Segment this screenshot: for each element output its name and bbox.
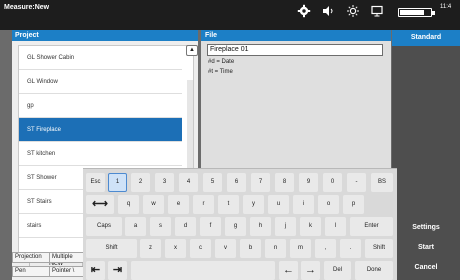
screen-icon[interactable]: [370, 4, 384, 18]
file-panel-title: File: [201, 30, 391, 41]
key-y[interactable]: y: [243, 195, 264, 214]
cancel-button[interactable]: Cancel: [392, 258, 460, 278]
key-b[interactable]: b: [240, 239, 261, 258]
key-u[interactable]: u: [268, 195, 289, 214]
onscreen-keyboard: Esc 1 2 3 4 5 6 7 8 9 0 - BS ⟷ q w e r t…: [83, 168, 397, 280]
key-tab[interactable]: ⟷: [86, 195, 114, 214]
key-space[interactable]: [131, 261, 275, 280]
key-done[interactable]: Done: [355, 261, 393, 280]
key-a[interactable]: a: [125, 217, 146, 236]
key-caps[interactable]: Caps: [86, 217, 122, 236]
key-l[interactable]: l: [325, 217, 346, 236]
key-v[interactable]: v: [215, 239, 236, 258]
key-backspace[interactable]: BS: [371, 173, 393, 192]
tab-projection[interactable]: Projection: [12, 252, 50, 263]
key-o[interactable]: o: [318, 195, 339, 214]
key-delete[interactable]: Del: [324, 261, 351, 280]
settings-gear-icon[interactable]: [297, 4, 311, 18]
key-home[interactable]: ⇤: [86, 261, 105, 280]
key-z[interactable]: z: [140, 239, 161, 258]
tab-multiple[interactable]: Multiple: [49, 252, 84, 263]
tab-pen[interactable]: Pen: [12, 266, 50, 277]
key-c[interactable]: c: [190, 239, 211, 258]
key-end[interactable]: ⇥: [108, 261, 127, 280]
key-f[interactable]: f: [200, 217, 221, 236]
key-x[interactable]: x: [165, 239, 186, 258]
project-item[interactable]: gp: [19, 94, 182, 118]
key-e[interactable]: e: [168, 195, 189, 214]
key-9[interactable]: 9: [299, 173, 318, 192]
scroll-up-arrow-icon[interactable]: ▲: [186, 45, 198, 56]
key-6[interactable]: 6: [227, 173, 246, 192]
date-hint: #d = Date: [208, 59, 235, 65]
key-m[interactable]: m: [290, 239, 311, 258]
key-minus[interactable]: -: [347, 173, 366, 192]
key-0[interactable]: 0: [323, 173, 342, 192]
project-item-selected[interactable]: ST Fireplace: [19, 118, 182, 142]
key-arrow-right[interactable]: →: [301, 261, 320, 280]
key-g[interactable]: g: [225, 217, 246, 236]
window-title: Measure:New: [4, 4, 50, 11]
volume-icon[interactable]: [321, 4, 335, 18]
key-shift-right[interactable]: Shift: [365, 239, 393, 258]
key-k[interactable]: k: [300, 217, 321, 236]
key-j[interactable]: j: [275, 217, 296, 236]
key-t[interactable]: t: [218, 195, 239, 214]
key-5[interactable]: 5: [203, 173, 222, 192]
right-panel: Standard Settings Start Cancel: [392, 30, 460, 280]
status-bar: Measure:New 11:4: [0, 0, 460, 30]
battery-icon: [398, 8, 435, 17]
key-3[interactable]: 3: [155, 173, 174, 192]
project-item[interactable]: ST kitchen: [19, 142, 182, 166]
project-item[interactable]: GL Window: [19, 70, 182, 94]
time-hint: #t = Time: [208, 69, 233, 75]
key-h[interactable]: h: [250, 217, 271, 236]
key-s[interactable]: s: [150, 217, 171, 236]
key-q[interactable]: q: [118, 195, 139, 214]
brightness-icon[interactable]: [346, 4, 360, 18]
key-4[interactable]: 4: [179, 173, 198, 192]
key-shift-left[interactable]: Shift: [86, 239, 137, 258]
key-enter[interactable]: Enter: [350, 217, 393, 236]
tab-pointer[interactable]: Pointer \: [49, 266, 84, 277]
standard-mode-header[interactable]: Standard: [392, 30, 460, 46]
key-7[interactable]: 7: [251, 173, 270, 192]
key-r[interactable]: r: [193, 195, 214, 214]
key-p[interactable]: p: [343, 195, 364, 214]
battery-level: [400, 10, 424, 15]
key-2[interactable]: 2: [131, 173, 150, 192]
key-1[interactable]: 1: [108, 173, 127, 192]
key-8[interactable]: 8: [275, 173, 294, 192]
key-esc[interactable]: Esc: [86, 173, 105, 192]
key-period[interactable]: .: [340, 239, 361, 258]
key-arrow-left[interactable]: ←: [279, 261, 298, 280]
key-comma[interactable]: ,: [315, 239, 336, 258]
project-item[interactable]: GL Shower Cabin: [19, 46, 182, 70]
battery-nub: [432, 11, 435, 15]
project-panel-title: Project: [12, 30, 198, 41]
settings-button[interactable]: Settings: [392, 218, 460, 238]
filename-field[interactable]: Fireplace 01: [207, 44, 383, 56]
key-w[interactable]: w: [143, 195, 164, 214]
key-n[interactable]: n: [265, 239, 286, 258]
key-d[interactable]: d: [175, 217, 196, 236]
start-button[interactable]: Start: [392, 238, 460, 258]
key-i[interactable]: i: [293, 195, 314, 214]
clock-time: 11:4: [440, 4, 452, 10]
